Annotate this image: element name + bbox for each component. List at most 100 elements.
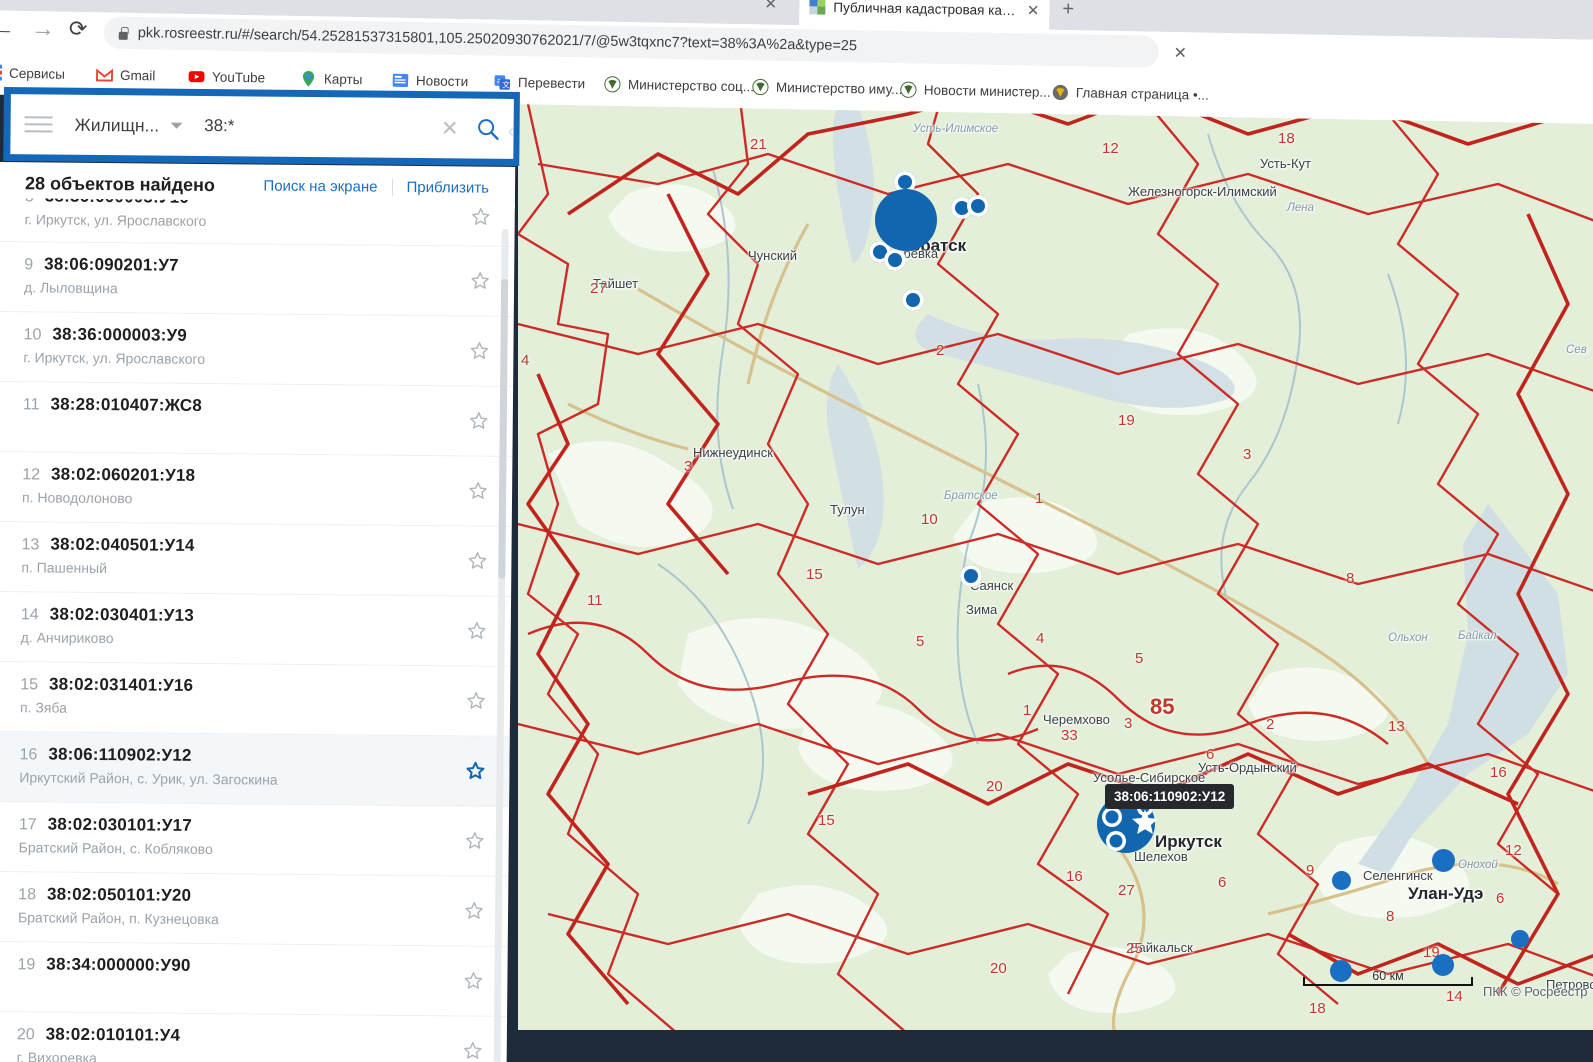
chevron-down-icon[interactable] [170,122,183,129]
list-item[interactable]: 17 38:02:030101:У17 Братский Район, с. Коб… [0,801,510,877]
map-marker[interactable] [1102,807,1122,827]
bookmark-label: Министерство иму... [775,79,903,98]
map-district-number: 20 [990,960,1007,977]
list-item-number: 18 [18,886,37,904]
bookmark-label: Сервисы [8,65,66,82]
bookmark-label: Перевести [517,75,586,92]
selected-object-star-icon[interactable] [1130,807,1160,837]
map-district-number: 2 [936,342,945,359]
list-item[interactable]: 12 38:02:060201:У18 п. Новодолоново [0,451,513,527]
list-item-number: 19 [17,956,36,974]
magnifier-icon[interactable] [475,117,499,141]
chevron-left-icon[interactable]: ‹ [507,117,515,143]
list-item[interactable]: 20 38:02:010101:У4 г. Вихоревка [0,1011,508,1062]
stop-loading-icon[interactable]: ✕ [1173,43,1187,63]
search-panel: Жилищн... 38:* ✕ ‹ 28 объектов найдено П… [0,84,520,1062]
favorite-star-icon[interactable] [463,1040,483,1060]
map-marker[interactable] [960,565,982,587]
list-item-number: 14 [20,606,39,624]
clear-search-icon[interactable]: ✕ [441,116,459,141]
cadastral-number: 38:02:030401:У13 [49,604,195,625]
emblem-icon [900,81,917,98]
bookmark-2[interactable]: Gmail [95,66,156,84]
map-marker[interactable] [1106,831,1126,851]
map-district-number: 10 [921,511,938,528]
favorite-star-icon[interactable] [464,900,484,920]
map-district-number: 27 [1118,882,1135,899]
list-item[interactable]: 8 38:36:000003:У10 г. Иркутск, ул. Ярослав… [0,197,515,247]
cadastral-number: 38:02:010101:У4 [45,1024,181,1045]
cadastral-number: 38:28:010407:ЖС8 [50,394,203,415]
previous-tab-close-icon[interactable]: ✕ [764,0,777,13]
map-marker[interactable] [1331,870,1351,890]
map-district-number: 12 [1102,140,1119,157]
map-marker[interactable] [884,249,906,271]
close-icon[interactable]: ✕ [1027,1,1040,19]
map-place-label: Улан-Удэ [1408,884,1484,903]
list-item-number: 12 [22,466,41,484]
search-category-label[interactable]: Жилищн... [75,114,160,136]
favorite-star-icon[interactable] [468,481,488,501]
list-item[interactable]: 9 38:06:090201:У7 д. Лыловщина [0,241,515,317]
bookmark-10[interactable]: Главная страница •... [1052,84,1209,104]
map-district-number: 4 [1036,630,1045,647]
cadastral-number: 38:02:030101:У17 [47,814,192,835]
map-marker[interactable] [967,195,989,217]
map-marker[interactable] [902,289,924,311]
map-district-number: 6 [1496,890,1505,907]
favorite-star-icon[interactable] [469,411,489,431]
favorite-star-icon[interactable] [465,830,485,850]
list-item-address: Иркутский Район, с. Урик, ул. Загоскина [19,769,278,788]
bookmark-8[interactable]: Министерство иму... [752,78,903,98]
map-district-number: 6 [1218,874,1227,891]
list-item[interactable]: 18 38:02:050101:У20 Братский Район, п. Куз… [0,871,509,947]
results-list[interactable]: 8 38:36:000003:У10 г. Иркутск, ул. Ярослав… [0,197,515,1062]
zoom-to-link[interactable]: Приблизить [406,178,489,196]
search-bar-container: Жилищн... 38:* ✕ [3,87,520,166]
apps-grid-icon [0,64,3,81]
results-count: 28 объектов найдено [24,172,216,195]
map-place-label: Селенгинск [1363,868,1433,883]
hamburger-icon[interactable] [24,115,53,133]
favorite-star-icon[interactable] [471,207,491,227]
screen-search-link[interactable]: Поиск на экране [263,177,377,195]
bookmark-1[interactable]: Сервисы [0,64,65,81]
list-item[interactable]: 19 38:34:000000:У90 [0,941,508,1017]
map-place-label: Шелехов [1134,849,1188,864]
favorite-star-icon[interactable] [467,621,487,641]
favorite-star-icon[interactable] [465,760,485,780]
list-item[interactable]: 10 38:36:000003:У9 г. Иркутск, ул. Ярослав… [0,311,514,387]
map-district-number: 16 [1490,764,1507,781]
cadastral-number: 38:06:090201:У7 [44,254,179,275]
new-tab-button[interactable]: + [1062,0,1074,21]
list-item[interactable]: 14 38:02:030401:У13 д. Анчириково [0,591,512,667]
list-item-address: г. Иркутск, ул. Ярославского [24,211,207,229]
list-item[interactable]: 15 38:02:031401:У16 п. Зяба [0,661,511,737]
map-district-number: 3 [1243,446,1252,463]
list-item-address: д. Лыловщина [23,279,118,297]
favorite-star-icon[interactable] [466,691,486,711]
favorite-star-icon[interactable] [469,341,489,361]
search-input[interactable]: 38:* [204,116,441,138]
browser-window: Усть-Илимское Железногорск-Илимский Усть-К… [0,0,1593,1062]
map-marker-cluster[interactable] [875,189,937,251]
list-item[interactable]: 11 38:28:010407:ЖС8 [0,381,514,457]
bookmark-7[interactable]: Министерство соц... [604,76,754,96]
map-marker[interactable] [1431,848,1455,872]
list-item-number: 11 [22,396,40,414]
favorite-star-icon[interactable] [467,551,487,571]
gmail-icon [95,68,114,82]
list-item[interactable]: 16 38:06:110902:У12 Иркутский Район, с. Ур… [0,731,510,807]
map-viewport[interactable]: Усть-Илимское Железногорск-Илимский Усть-К… [518,84,1593,1030]
search-bar[interactable]: Жилищн... 38:* ✕ [10,94,514,159]
favorite-star-icon[interactable] [470,271,490,291]
reload-icon[interactable]: ⟳ [69,16,88,41]
favorite-star-icon[interactable] [463,970,483,990]
list-item[interactable]: 13 38:02:040501:У14 п. Пашенный [0,521,512,597]
map-marker[interactable] [1511,930,1529,948]
forward-icon[interactable]: → [31,15,55,42]
back-icon[interactable]: ← [0,14,15,41]
cadastral-number: 38:34:000000:У90 [46,954,191,975]
map-tooltip: 38:06:110902:У12 [1105,784,1235,809]
bookmark-9[interactable]: Новости министер... [900,81,1051,101]
